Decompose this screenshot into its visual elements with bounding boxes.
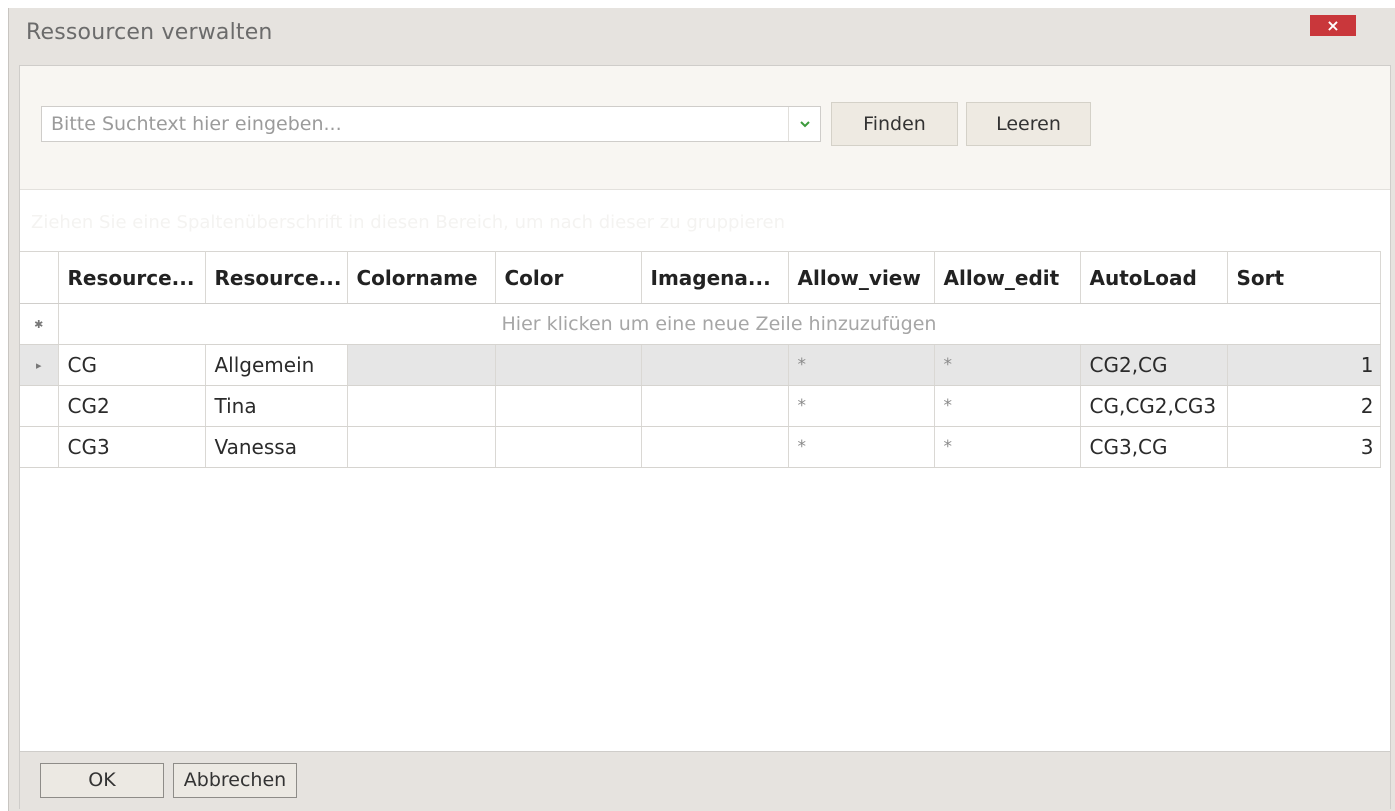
search-input[interactable] (42, 107, 789, 141)
column-header-color[interactable]: Color (495, 251, 642, 304)
cell-resource-id[interactable]: CG (58, 344, 206, 386)
cell-autoload[interactable]: CG,CG2,CG3 (1080, 385, 1228, 427)
cell-resource-name[interactable]: Vanessa (205, 426, 348, 468)
window-title: Ressourcen verwalten (26, 20, 273, 45)
close-icon: × (1326, 16, 1340, 35)
row-indicator (20, 385, 59, 427)
cell-resource-name[interactable]: Tina (205, 385, 348, 427)
resource-grid: Resource... Resource... Colorname Color … (20, 251, 1390, 468)
cell-resource-id[interactable]: CG3 (58, 426, 206, 468)
cell-colorname[interactable] (347, 426, 496, 468)
table-row[interactable]: CG3 Vanessa * * CG3,CG 3 (20, 426, 1381, 468)
cell-sort[interactable]: 2 (1227, 385, 1381, 427)
cell-color[interactable] (495, 344, 642, 386)
column-header-autoload[interactable]: AutoLoad (1080, 251, 1228, 304)
new-row[interactable]: ✱ Hier klicken um eine neue Zeile hinzuz… (20, 303, 1381, 345)
cell-sort[interactable]: 1 (1227, 344, 1381, 386)
cell-color[interactable] (495, 385, 642, 427)
cell-autoload[interactable]: CG2,CG (1080, 344, 1228, 386)
column-header-allow-edit[interactable]: Allow_edit (934, 251, 1081, 304)
cell-colorname[interactable] (347, 344, 496, 386)
table-row[interactable]: ▸ CG Allgemein * * CG2,CG 1 (20, 344, 1381, 386)
group-panel-hint: Ziehen Sie eine Spaltenüberschrift in di… (31, 212, 786, 233)
button-bar: OK Abbrechen (20, 751, 1390, 809)
cell-allow-view[interactable]: * (788, 385, 935, 427)
group-panel[interactable]: Ziehen Sie eine Spaltenüberschrift in di… (20, 190, 1390, 251)
new-row-icon: ✱ (20, 303, 59, 345)
cell-allow-edit[interactable]: * (934, 385, 1081, 427)
column-header-imagename[interactable]: Imagena... (641, 251, 789, 304)
cell-allow-edit[interactable]: * (934, 344, 1081, 386)
table-row[interactable]: CG2 Tina * * CG,CG2,CG3 2 (20, 385, 1381, 427)
row-indicator-header (20, 251, 59, 304)
find-button[interactable]: Finden (831, 102, 958, 146)
cell-imagename[interactable] (641, 344, 789, 386)
new-row-prompt[interactable]: Hier klicken um eine neue Zeile hinzuzuf… (58, 303, 1381, 345)
cell-sort[interactable]: 3 (1227, 426, 1381, 468)
cancel-button[interactable]: Abbrechen (173, 763, 297, 798)
title-bar[interactable]: Ressourcen verwalten × (9, 8, 1395, 61)
column-header-sort[interactable]: Sort (1227, 251, 1381, 304)
ok-button[interactable]: OK (40, 763, 164, 798)
grid-header-row: Resource... Resource... Colorname Color … (20, 251, 1381, 304)
chevron-down-icon (799, 121, 810, 128)
cell-allow-edit[interactable]: * (934, 426, 1081, 468)
cell-allow-view[interactable]: * (788, 426, 935, 468)
cell-color[interactable] (495, 426, 642, 468)
cell-colorname[interactable] (347, 385, 496, 427)
column-header-allow-view[interactable]: Allow_view (788, 251, 935, 304)
cell-imagename[interactable] (641, 385, 789, 427)
clear-button[interactable]: Leeren (966, 102, 1091, 146)
cell-autoload[interactable]: CG3,CG (1080, 426, 1228, 468)
column-header-resource-id[interactable]: Resource... (58, 251, 206, 304)
cell-allow-view[interactable]: * (788, 344, 935, 386)
search-combobox[interactable] (41, 106, 821, 142)
cell-resource-id[interactable]: CG2 (58, 385, 206, 427)
close-button[interactable]: × (1310, 15, 1356, 36)
current-row-icon: ▸ (20, 344, 59, 386)
column-header-colorname[interactable]: Colorname (347, 251, 496, 304)
column-header-resource-name[interactable]: Resource... (205, 251, 348, 304)
row-indicator (20, 426, 59, 468)
search-panel: Finden Leeren (20, 66, 1390, 190)
dialog-content: Finden Leeren Ziehen Sie eine Spaltenübe… (19, 65, 1391, 809)
dialog-window: Ressourcen verwalten × Finden Leeren Zie… (8, 8, 1395, 811)
search-dropdown-button[interactable] (788, 107, 820, 141)
cell-imagename[interactable] (641, 426, 789, 468)
cell-resource-name[interactable]: Allgemein (205, 344, 348, 386)
